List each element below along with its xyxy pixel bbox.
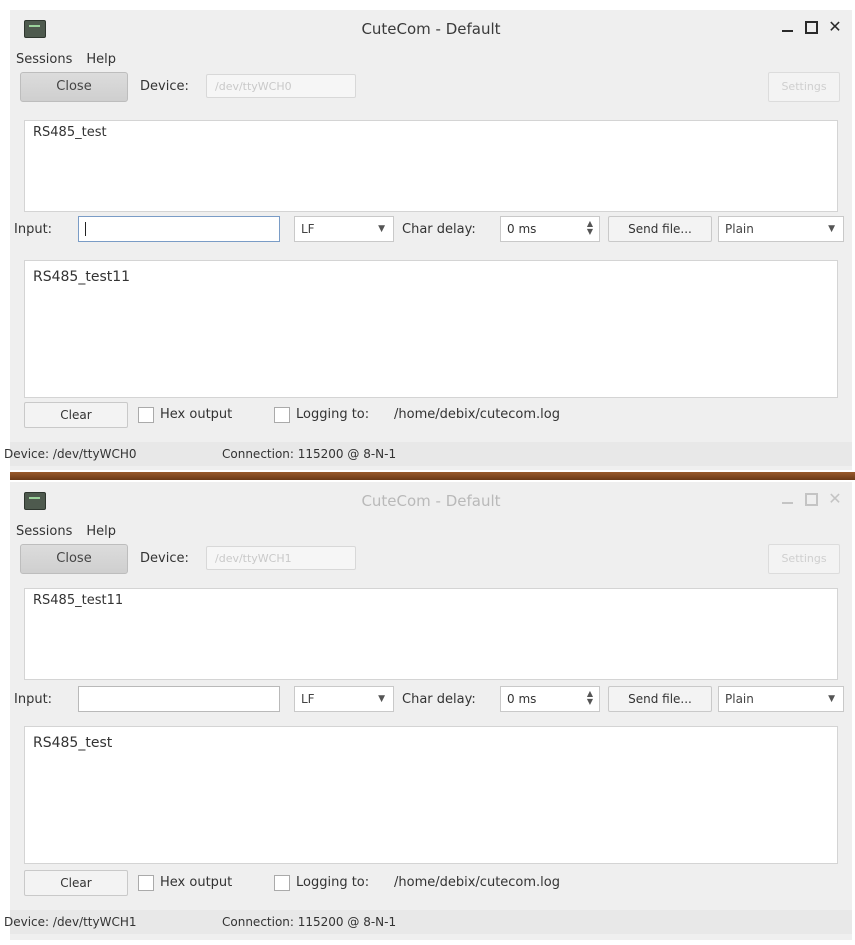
status-bar: Device: /dev/ttyWCH0 Connection: 115200 … [4, 442, 852, 466]
input-field[interactable] [78, 686, 280, 712]
settings-button[interactable]: Settings [768, 72, 840, 102]
menu-help[interactable]: Help [86, 52, 116, 67]
bottom-row: Clear Hex output Logging to: /home/debix… [10, 868, 852, 898]
send-file-button[interactable]: Send file... [608, 216, 712, 242]
send-file-button[interactable]: Send file... [608, 686, 712, 712]
line-ending-select[interactable]: LF ▼ [294, 686, 394, 712]
logging-checkbox[interactable] [274, 875, 290, 891]
input-row: Input: LF ▼ Char delay: 0 ms ▲ ▼ Send fil… [10, 214, 852, 244]
received-output[interactable]: RS485_test11 [24, 588, 838, 680]
minimize-icon[interactable] [780, 18, 794, 36]
cutecom-window-2: CuteCom - Default Sessions Help Close De… [4, 482, 852, 940]
format-select[interactable]: Plain ▼ [718, 216, 844, 242]
char-delay-label: Char delay: [402, 222, 476, 237]
char-delay-label: Char delay: [402, 692, 476, 707]
received-output[interactable]: RS485_test [24, 120, 838, 212]
spin-arrows-icon[interactable]: ▲ ▼ [587, 220, 593, 236]
chevron-down-icon: ▼ [378, 694, 385, 704]
format-value: Plain [725, 222, 754, 236]
toolbar: Close Device: /dev/ttyWCH1 Settings [10, 542, 852, 576]
maximize-icon[interactable] [804, 18, 818, 36]
line-ending-select[interactable]: LF ▼ [294, 216, 394, 242]
menu-bar: Sessions Help [10, 520, 852, 542]
title-bar[interactable]: CuteCom - Default [10, 482, 852, 520]
menu-sessions[interactable]: Sessions [16, 524, 72, 539]
input-row: Input: LF ▼ Char delay: 0 ms ▲ ▼ Send fil… [10, 684, 852, 714]
minimize-icon[interactable] [780, 490, 794, 508]
status-device: Device: /dev/ttyWCH0 [4, 447, 137, 461]
char-delay-value: 0 ms [507, 692, 537, 706]
line-ending-value: LF [301, 222, 315, 236]
logging-label[interactable]: Logging to: [296, 407, 369, 422]
clear-button[interactable]: Clear [24, 870, 128, 896]
device-label: Device: [140, 551, 189, 566]
input-label: Input: [14, 222, 53, 237]
device-select[interactable]: /dev/ttyWCH1 [206, 546, 356, 570]
hex-output-label[interactable]: Hex output [160, 875, 232, 890]
device-select[interactable]: /dev/ttyWCH0 [206, 74, 356, 98]
bottom-row: Clear Hex output Logging to: /home/debix… [10, 400, 852, 430]
device-label: Device: [140, 79, 189, 94]
sent-output[interactable]: RS485_test11 [24, 260, 838, 398]
chevron-down-icon: ▼ [828, 694, 835, 704]
line-ending-value: LF [301, 692, 315, 706]
log-path[interactable]: /home/debix/cutecom.log [394, 407, 560, 422]
hex-output-label[interactable]: Hex output [160, 407, 232, 422]
menu-help[interactable]: Help [86, 524, 116, 539]
maximize-icon[interactable] [804, 490, 818, 508]
close-port-button[interactable]: Close [20, 544, 128, 574]
hex-output-checkbox[interactable] [138, 407, 154, 423]
menu-sessions[interactable]: Sessions [16, 52, 72, 67]
window-controls [780, 490, 842, 508]
format-value: Plain [725, 692, 754, 706]
input-label: Input: [14, 692, 53, 707]
format-select[interactable]: Plain ▼ [718, 686, 844, 712]
spin-arrows-icon[interactable]: ▲ ▼ [587, 690, 593, 706]
cutecom-window-1: CuteCom - Default Sessions Help Close De… [4, 10, 852, 470]
window-title: CuteCom - Default [361, 492, 501, 510]
window-title: CuteCom - Default [361, 20, 501, 38]
chevron-down-icon: ▼ [378, 224, 385, 234]
menu-bar: Sessions Help [10, 48, 852, 70]
clear-button[interactable]: Clear [24, 402, 128, 428]
status-connection: Connection: 115200 @ 8-N-1 [222, 447, 397, 461]
settings-button[interactable]: Settings [768, 544, 840, 574]
close-window-icon[interactable] [828, 18, 842, 36]
input-field[interactable] [78, 216, 280, 242]
logging-checkbox[interactable] [274, 407, 290, 423]
text-caret [85, 222, 86, 236]
logging-label[interactable]: Logging to: [296, 875, 369, 890]
status-bar: Device: /dev/ttyWCH1 Connection: 115200 … [4, 910, 852, 934]
status-device: Device: /dev/ttyWCH1 [4, 915, 137, 929]
title-bar[interactable]: CuteCom - Default [10, 10, 852, 48]
log-path[interactable]: /home/debix/cutecom.log [394, 875, 560, 890]
char-delay-spinbox[interactable]: 0 ms ▲ ▼ [500, 686, 600, 712]
window-separator [10, 472, 855, 480]
window-controls [780, 18, 842, 36]
sent-output[interactable]: RS485_test [24, 726, 838, 864]
hex-output-checkbox[interactable] [138, 875, 154, 891]
close-window-icon[interactable] [828, 490, 842, 508]
close-port-button[interactable]: Close [20, 72, 128, 102]
chevron-down-icon: ▼ [828, 224, 835, 234]
char-delay-spinbox[interactable]: 0 ms ▲ ▼ [500, 216, 600, 242]
char-delay-value: 0 ms [507, 222, 537, 236]
status-connection: Connection: 115200 @ 8-N-1 [222, 915, 397, 929]
toolbar: Close Device: /dev/ttyWCH0 Settings [10, 70, 852, 104]
